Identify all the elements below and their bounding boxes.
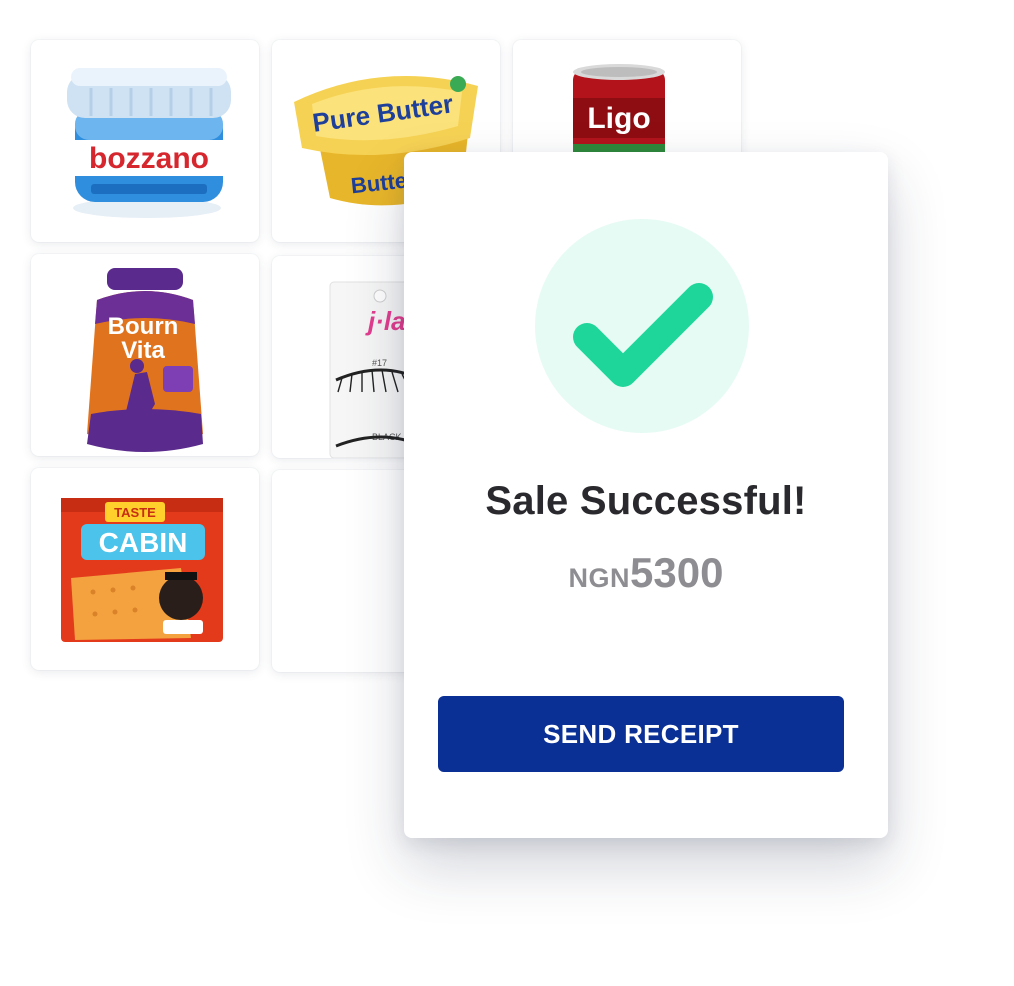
eyelashes-brand-text: j·la (365, 306, 406, 336)
sale-title: Sale Successful! (485, 479, 807, 523)
amount-value: 5300 (630, 549, 724, 596)
product-tile-cabin-biscuit[interactable]: TASTE CABIN (31, 468, 259, 670)
sale-amount: NGN5300 (404, 549, 888, 597)
currency-code: NGN (568, 563, 631, 593)
bournvita-jar-image: Bourn Vita (87, 268, 203, 452)
ligo-brand-text: Ligo (587, 102, 650, 135)
checkmark-icon (573, 283, 713, 387)
success-check-badge (535, 219, 749, 433)
product-tile-bozzano[interactable]: bozzano (31, 40, 259, 242)
sale-success-modal: Sale Successful! NGN5300 SEND RECEIPT (404, 152, 888, 838)
svg-text:TASTE: TASTE (114, 505, 156, 520)
bozzano-jar-image: bozzano (67, 68, 231, 218)
send-receipt-button[interactable]: SEND RECEIPT (438, 696, 844, 772)
bournvita-brand-text-2: Vita (121, 337, 165, 364)
bournvita-brand-text-1: Bourn (108, 313, 179, 340)
cabin-biscuit-image: TASTE CABIN (61, 498, 223, 642)
svg-text:#17: #17 (372, 358, 387, 368)
product-tile-bournvita[interactable]: Bourn Vita (31, 254, 259, 456)
bozzano-brand-text: bozzano (89, 142, 209, 175)
cabin-brand-text: CABIN (99, 527, 188, 558)
